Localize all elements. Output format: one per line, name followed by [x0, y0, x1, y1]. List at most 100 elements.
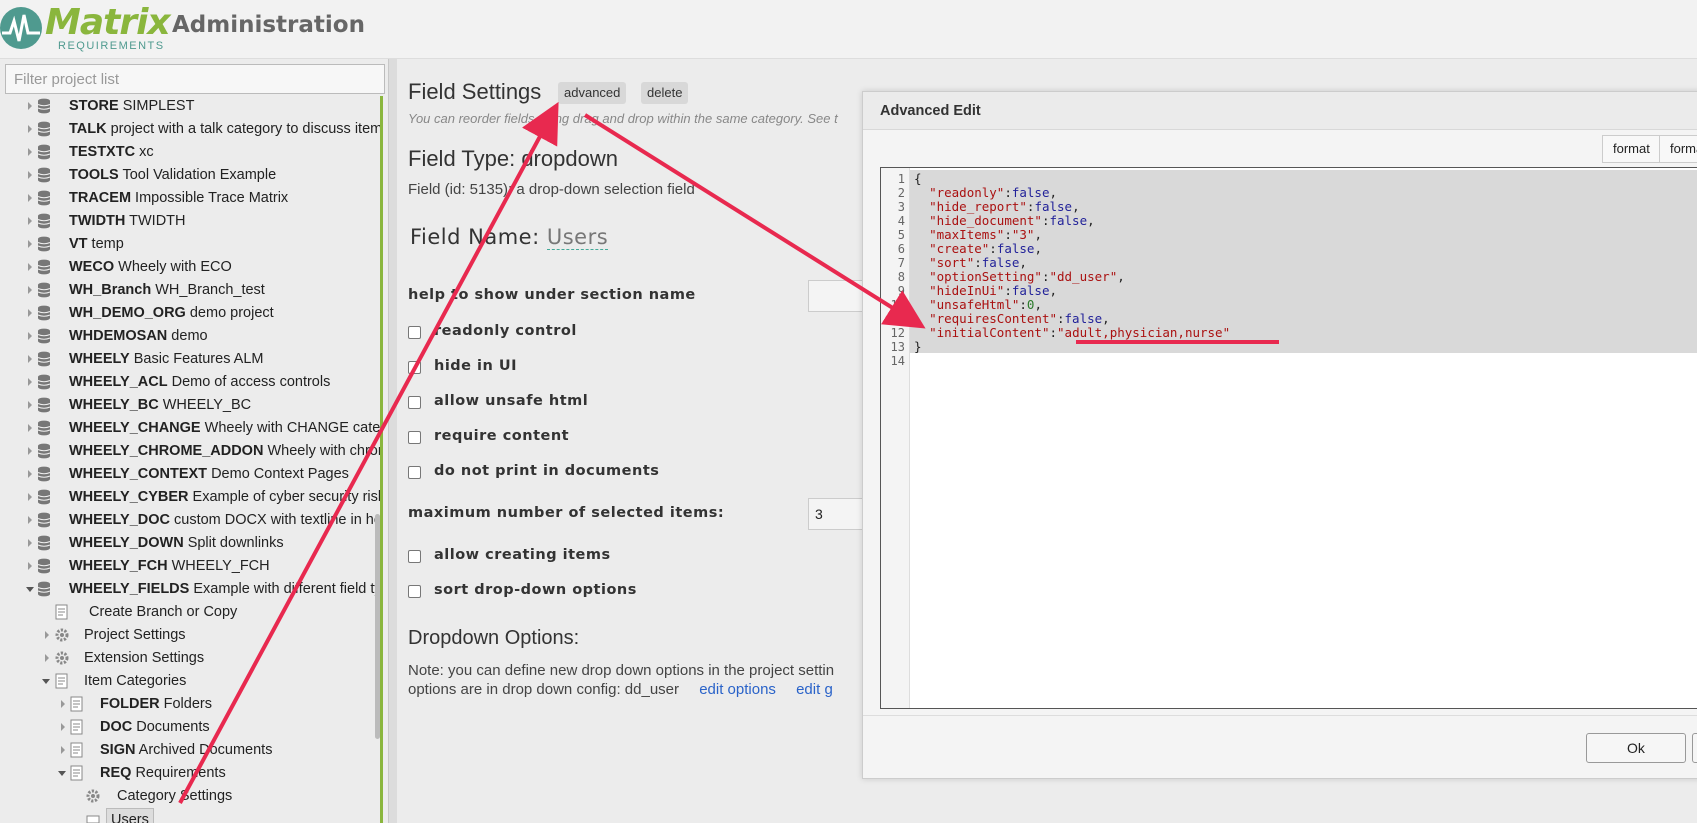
expand-icon[interactable]	[28, 148, 32, 156]
expand-icon[interactable]	[42, 679, 50, 684]
no-print-checkbox[interactable]	[408, 466, 421, 479]
expand-icon[interactable]	[28, 562, 32, 570]
project-name: TWIDTH	[125, 213, 186, 229]
expand-icon[interactable]	[28, 470, 32, 478]
unsafe-html-checkbox[interactable]	[408, 396, 421, 409]
expand-icon[interactable]	[28, 355, 32, 363]
project-label: WECO Wheely with ECO	[69, 256, 232, 278]
sort-options-checkbox[interactable]	[408, 585, 421, 598]
field-name-heading: Field Name: Users	[410, 225, 609, 250]
database-icon	[37, 144, 51, 160]
project-settings-item-label: Project Settings	[84, 627, 186, 643]
expand-icon[interactable]	[28, 240, 32, 248]
project-code: TOOLS	[69, 167, 119, 183]
line-number: 5	[897, 228, 905, 242]
expand-icon[interactable]	[28, 286, 32, 294]
project-label: WHEELY_CHANGE Wheely with CHANGE categ	[69, 417, 380, 439]
cancel-button[interactable]	[1692, 733, 1697, 763]
project-label: WHEELY_DOWN Split downlinks	[69, 532, 284, 554]
category-name: Requirements	[131, 765, 226, 781]
expand-icon[interactable]	[28, 263, 32, 271]
project-label: TALK project with a talk category to dis…	[69, 118, 380, 140]
panel-splitter[interactable]	[388, 59, 397, 823]
json-editor[interactable]: 1 2 3 4 5 6 7 8 9 10 11 12 13 14 { "readonly":false, …	[880, 167, 1697, 709]
code-line: "hide_report":false,	[929, 199, 1080, 214]
edit-options-link[interactable]: edit options	[699, 681, 776, 698]
edit-global-link[interactable]: edit g	[796, 681, 833, 698]
expand-icon[interactable]	[28, 493, 32, 501]
project-code: WHEELY_CHROME_ADDON	[69, 443, 264, 459]
expand-icon[interactable]	[28, 539, 32, 547]
expand-icon[interactable]	[45, 654, 49, 662]
project-label: WHEELY_CYBER Example of cyber security r…	[69, 486, 380, 508]
delete-button[interactable]: delete	[641, 82, 689, 104]
format-button-2[interactable]: forma	[1659, 135, 1697, 163]
project-name: custom DOCX with textline in hea	[169, 512, 380, 528]
project-code: WHEELY_CONTEXT	[69, 466, 208, 482]
project-code: WECO	[69, 259, 115, 275]
code-line: "hideInUi":false,	[929, 283, 1058, 298]
expand-icon[interactable]	[45, 631, 49, 639]
project-label: WHEELY_FCH WHEELY_FCH	[69, 555, 270, 577]
line-number: 7	[897, 256, 905, 270]
project-label: WHEELY_CONTEXT Demo Context Pages	[69, 463, 349, 485]
expand-icon[interactable]	[28, 378, 32, 386]
expand-icon[interactable]	[28, 332, 32, 340]
category-icon	[70, 696, 84, 712]
help-label: help to show under section name	[408, 287, 696, 303]
readonly-checkbox[interactable]	[408, 326, 421, 339]
max-items-input[interactable]: 3	[808, 498, 868, 530]
expand-icon[interactable]	[61, 723, 65, 731]
allow-creating-checkbox[interactable]	[408, 550, 421, 563]
expand-icon[interactable]	[28, 516, 32, 524]
expand-icon[interactable]	[28, 102, 32, 110]
project-name: WHEELY_BC	[158, 397, 252, 413]
expand-icon[interactable]	[28, 424, 32, 432]
line-number: 2	[897, 186, 905, 200]
project-name: Example of cyber security risk	[188, 489, 380, 505]
format-button[interactable]: format	[1602, 135, 1661, 163]
line-number: 9	[897, 284, 905, 298]
category-code: SIGN	[100, 742, 136, 758]
database-icon	[37, 420, 51, 436]
project-name: Demo Context Pages	[207, 466, 349, 482]
field-name-value[interactable]: Users	[546, 225, 609, 250]
project-filter-input[interactable]: Filter project list	[5, 64, 385, 94]
require-content-checkbox[interactable]	[408, 431, 421, 444]
project-name: Wheely with CHANGE categ	[200, 420, 380, 436]
expand-icon[interactable]	[28, 401, 32, 409]
sidebar-scrollbar[interactable]	[375, 514, 380, 739]
project-code: WHEELY_CHANGE	[69, 420, 201, 436]
project-tree: STORE SIMPLEST TALK project with a talk c…	[0, 96, 380, 823]
project-code: WHEELY_BC	[69, 397, 159, 413]
expand-icon[interactable]	[28, 217, 32, 225]
code-line: "unsafeHtml":0,	[929, 297, 1042, 312]
project-label: TOOLS Tool Validation Example	[69, 164, 276, 186]
dropdown-options-heading: Dropdown Options:	[408, 627, 580, 649]
database-icon	[37, 328, 51, 344]
hide-ui-checkbox[interactable]	[408, 361, 421, 374]
field-id-text: Field (id: 5135): a drop-down selection …	[408, 181, 695, 198]
help-input[interactable]	[808, 280, 868, 312]
expand-icon[interactable]	[28, 309, 32, 317]
expand-icon[interactable]	[28, 447, 32, 455]
expand-icon[interactable]	[28, 125, 32, 133]
project-name: demo project	[185, 305, 274, 321]
project-sidebar: Filter project list STORE SIMPLEST TALK p…	[0, 59, 388, 823]
expand-icon[interactable]	[58, 771, 66, 776]
document-icon	[55, 673, 69, 689]
expand-open-icon[interactable]	[26, 587, 34, 592]
project-name: Example with different field typ	[189, 581, 380, 597]
line-number: 10	[890, 298, 905, 312]
expand-icon[interactable]	[28, 194, 32, 202]
project-label: WH_DEMO_ORG demo project	[69, 302, 274, 324]
advanced-button[interactable]: advanced	[558, 82, 627, 104]
expand-icon[interactable]	[28, 171, 32, 179]
database-icon	[37, 190, 51, 206]
project-code: WHEELY_DOWN	[69, 535, 184, 551]
ok-button[interactable]: Ok	[1586, 733, 1686, 763]
category-icon	[70, 742, 84, 758]
expand-icon[interactable]	[61, 700, 65, 708]
expand-icon[interactable]	[61, 746, 65, 754]
category-icon	[70, 719, 84, 735]
